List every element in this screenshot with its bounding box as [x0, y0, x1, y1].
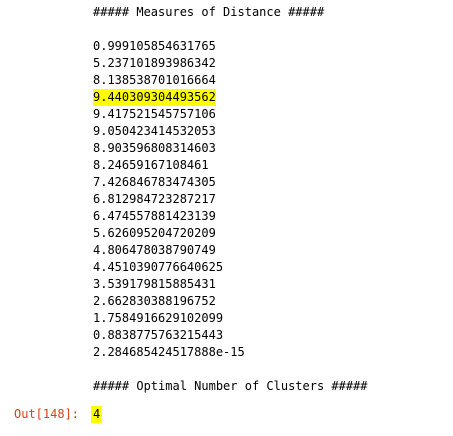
distance-value: 1.7584916629102099 — [93, 311, 224, 325]
distance-value: 6.474557881423139 — [93, 209, 216, 223]
distance-value: 0.8838775763215443 — [93, 328, 224, 342]
distance-value: 6.812984723287217 — [93, 192, 216, 206]
distance-value: 3.539179815885431 — [93, 277, 216, 291]
distance-value: 7.426846783474305 — [93, 175, 216, 189]
output-prompt: Out[148]: — [14, 407, 80, 421]
distance-value: 8.138538701016664 — [93, 73, 216, 87]
distance-header: ##### Measures of Distance ##### — [93, 5, 325, 19]
distance-value: 8.24659167108461 — [93, 158, 209, 172]
distance-value-highlighted: 9.440309304493562 — [93, 89, 216, 106]
notebook-output-cell: { "stream": { "header": "##### Measures … — [0, 0, 453, 436]
distance-value: 5.626095204720209 — [93, 226, 216, 240]
distance-value: 5.237101893986342 — [93, 56, 216, 70]
distance-value: 8.903596808314603 — [93, 141, 216, 155]
distance-value: 4.806478038790749 — [93, 243, 216, 257]
distance-value: 0.999105854631765 — [93, 39, 216, 53]
distance-value: 9.417521545757106 — [93, 107, 216, 121]
distance-value: 2.284685424517888e-15 — [93, 345, 245, 359]
distance-value: 2.662830388196752 — [93, 294, 216, 308]
clusters-header: ##### Optimal Number of Clusters ##### — [93, 379, 368, 393]
output-value-highlighted: 4 — [91, 406, 103, 423]
distance-value: 9.050423414532053 — [93, 124, 216, 138]
distance-value: 4.4510390776640625 — [93, 260, 224, 274]
